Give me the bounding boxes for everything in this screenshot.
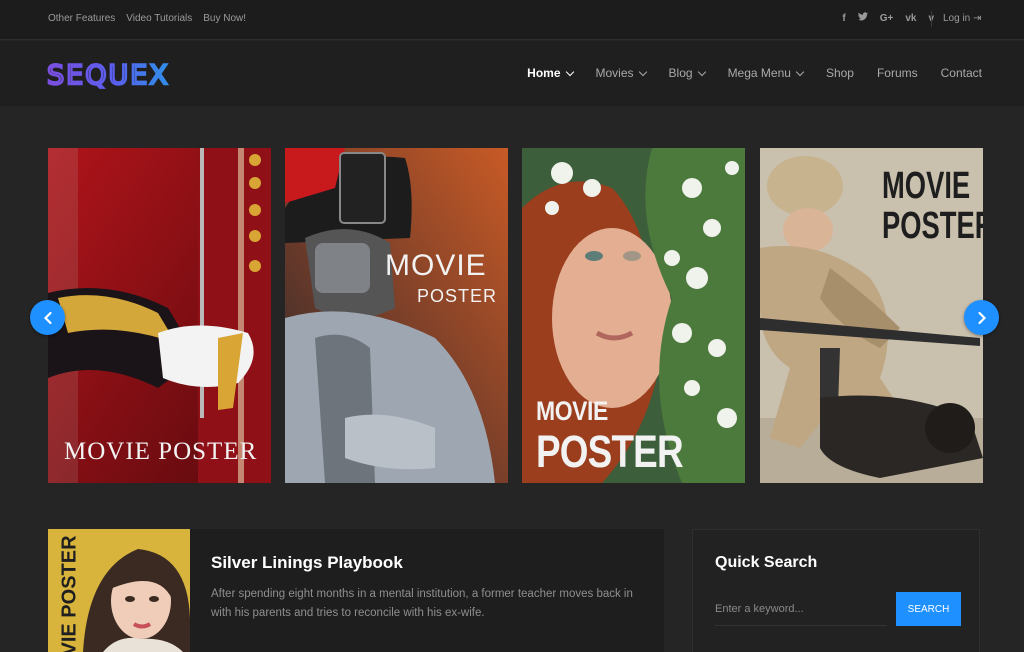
top-link-video-tutorials[interactable]: Video Tutorials: [126, 13, 192, 24]
poster-card-2[interactable]: MOVIE POSTER: [285, 148, 508, 483]
poster-4-title: MOVIE: [882, 165, 971, 207]
poster-1-title: MOVIE POSTER: [64, 438, 258, 465]
nav-shop-label: Shop: [825, 66, 854, 80]
poster-4-subtitle: POSTER: [882, 205, 983, 247]
nav-movies[interactable]: Movies: [595, 66, 647, 80]
nav-mega-menu-label: Mega Menu: [727, 66, 791, 80]
featured-movie-poster[interactable]: VIE POSTER: [48, 529, 190, 652]
facebook-icon[interactable]: f: [842, 13, 845, 24]
poster-3-subtitle: POSTER: [536, 426, 684, 477]
login-link[interactable]: Log in ⇥: [943, 13, 981, 24]
nav-blog[interactable]: Blog: [668, 66, 706, 80]
chevron-right-icon: [977, 311, 986, 324]
poster-card-3[interactable]: MOVIE POSTER: [522, 148, 745, 483]
nav-blog-label: Blog: [668, 66, 693, 80]
main-header: SEQUEX Home Movies Blog Mega Menu Shop F…: [0, 41, 1024, 106]
poster-card-1[interactable]: MOVIE POSTER: [48, 148, 271, 483]
site-logo[interactable]: SEQUEX: [46, 54, 206, 99]
svg-text:SEQUEX: SEQUEX: [47, 60, 170, 91]
carousel-next-button[interactable]: [964, 300, 999, 335]
nav-movies-label: Movies: [595, 66, 634, 80]
vk-icon[interactable]: vk: [905, 13, 916, 24]
chevron-down-icon: [697, 67, 706, 76]
featured-movie-card[interactable]: VIE POSTER Silver Linings Playbook After…: [48, 529, 664, 652]
google-plus-icon[interactable]: G+: [880, 13, 894, 24]
featured-movie-title[interactable]: Silver Linings Playbook: [211, 553, 403, 573]
nav-forums-label: Forums: [876, 66, 918, 80]
top-link-buy-now[interactable]: Buy Now!: [203, 13, 246, 24]
quick-search-button[interactable]: SEARCH: [896, 592, 961, 626]
chevron-down-icon: [638, 67, 647, 76]
featured-movie-description: After spending eight months in a mental …: [211, 588, 633, 619]
poster-3-title: MOVIE: [536, 396, 608, 426]
chevron-down-icon: [795, 67, 805, 76]
quick-search-input[interactable]: [715, 592, 887, 626]
poster-2-subtitle: POSTER: [417, 286, 498, 306]
chevron-left-icon: [43, 311, 52, 324]
nav-shop[interactable]: Shop: [826, 66, 854, 80]
nav-home-label: Home: [527, 66, 561, 80]
poster-2-title: MOVIE: [385, 249, 487, 282]
top-links: Other Features Video Tutorials Buy Now!: [48, 13, 246, 24]
nav-forums[interactable]: Forums: [877, 66, 918, 80]
top-bar: Other Features Video Tutorials Buy Now! …: [0, 0, 1024, 40]
nav-contact-label: Contact: [940, 66, 982, 80]
quick-search-title: Quick Search: [715, 554, 818, 571]
quick-search-widget: Quick Search SEARCH: [692, 529, 980, 652]
nav-mega-menu[interactable]: Mega Menu: [727, 66, 805, 80]
main-nav: Home Movies Blog Mega Menu Shop Forums C…: [527, 66, 982, 80]
carousel-prev-button[interactable]: [30, 300, 65, 335]
chevron-down-icon: [565, 67, 574, 76]
social-icons: f G+ vk v: [842, 12, 934, 24]
top-link-other-features[interactable]: Other Features: [48, 13, 115, 24]
twitter-icon[interactable]: [857, 12, 868, 24]
featured-poster-text: VIE POSTER: [58, 535, 81, 652]
nav-contact[interactable]: Contact: [941, 66, 982, 80]
poster-image-1: [48, 148, 271, 483]
nav-home[interactable]: Home: [527, 66, 574, 80]
poster-image-2: [285, 148, 508, 483]
poster-card-4[interactable]: MOVIE POSTER: [760, 148, 983, 483]
top-divider: [931, 11, 932, 27]
